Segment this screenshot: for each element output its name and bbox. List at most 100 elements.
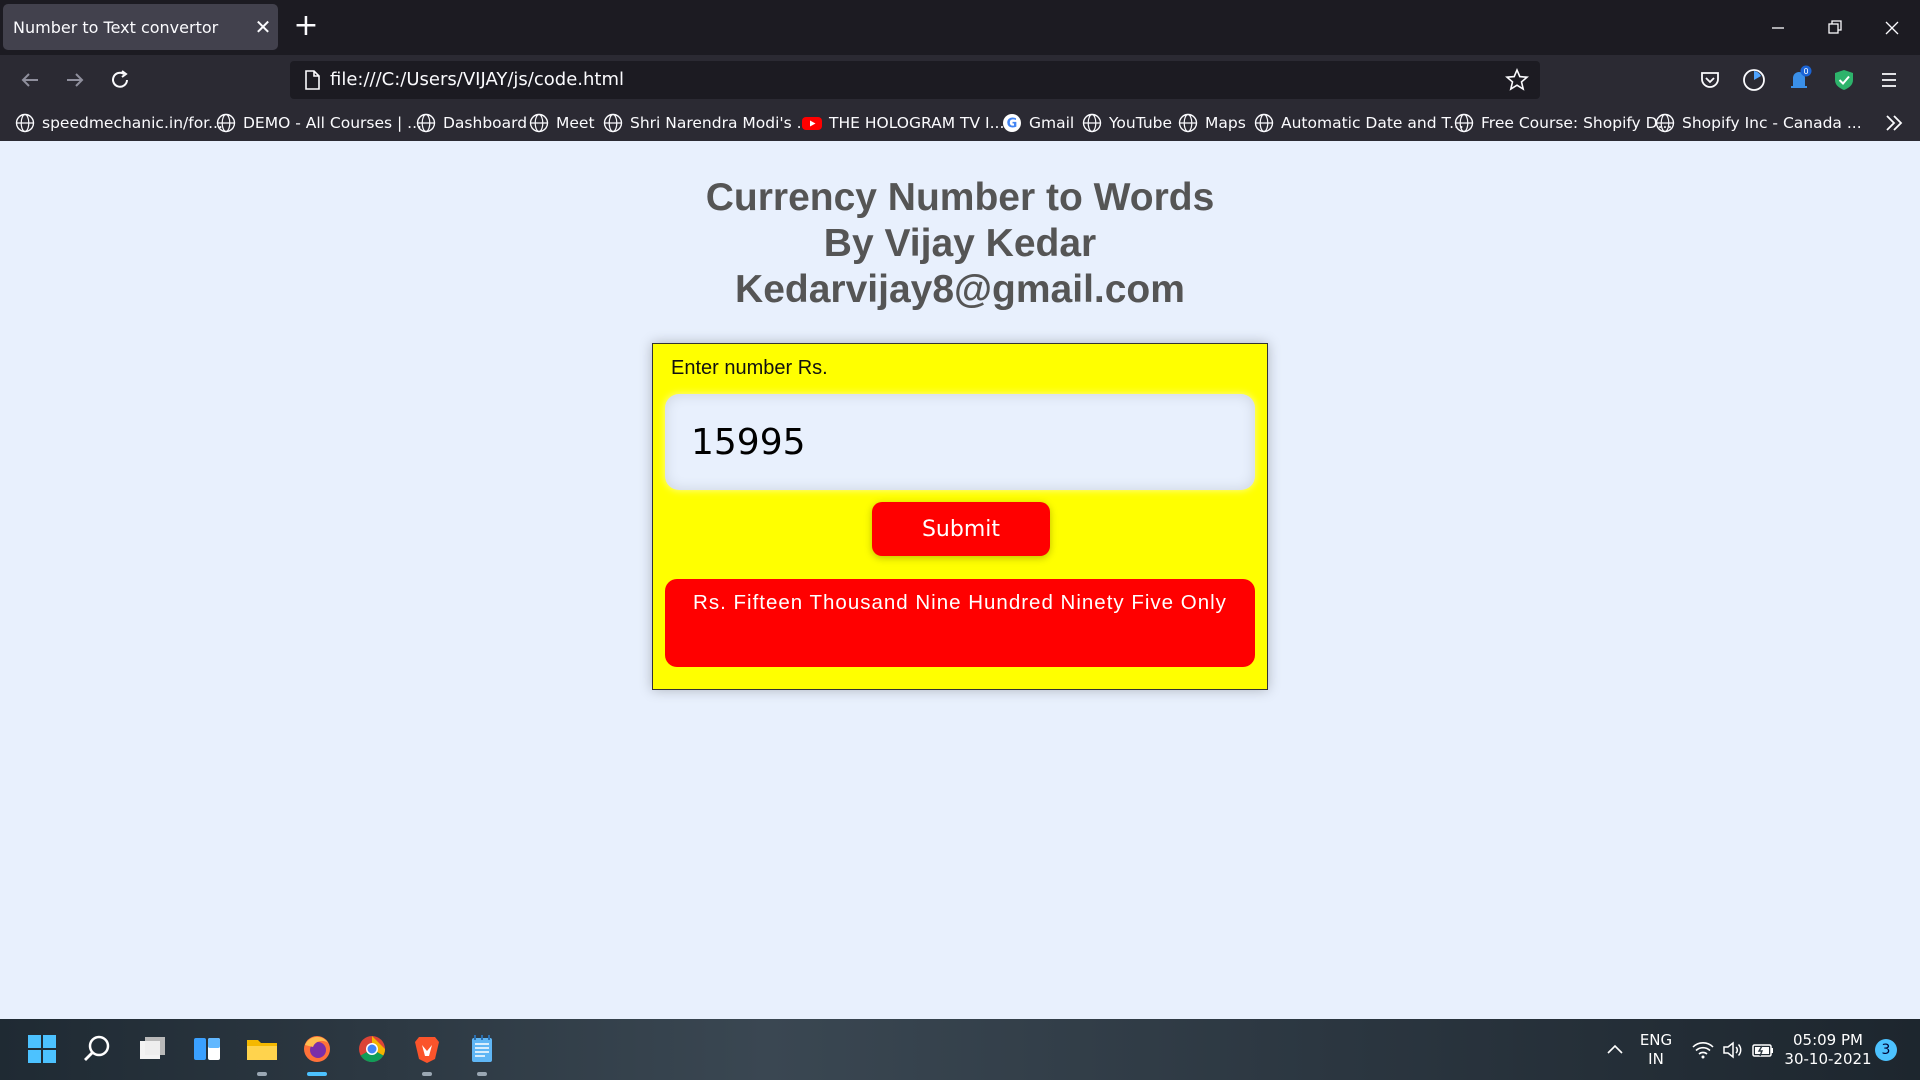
heading-author: By Vijay Kedar [823,222,1097,265]
new-tab-button[interactable]: + [290,10,322,42]
reload-button[interactable] [103,63,137,97]
bookmark-label: YouTube [1109,114,1173,132]
extension-notification-button[interactable]: 0 [1782,63,1816,97]
tab-bar: Number to Text convertor ✕ + [0,0,1920,55]
browser-tab[interactable]: Number to Text convertor ✕ [3,4,278,50]
address-bar[interactable]: file:///C:/Users/VIJAY/js/code.html [290,61,1540,99]
pocket-icon [1701,72,1719,88]
brave-button[interactable] [407,1029,447,1069]
forward-button[interactable] [58,63,92,97]
battery-button[interactable] [1750,1037,1776,1063]
notepad-button[interactable] [462,1029,502,1069]
bookmarks-toolbar: speedmechanic.in/for... DEMO - All Cours… [0,105,1920,141]
bell-extension-icon: 0 [1791,65,1812,88]
back-button[interactable] [13,63,47,97]
bookmark-star-icon[interactable] [1502,65,1532,95]
extension-shield-button[interactable] [1827,63,1861,97]
submit-button[interactable]: Submit [872,502,1050,556]
task-view-button[interactable] [132,1029,172,1069]
wifi-button[interactable] [1690,1037,1716,1063]
speaker-icon [1723,1041,1742,1059]
clock-date: 30-10-2021 [1784,1050,1872,1068]
menu-button[interactable] [1872,63,1906,97]
bookmark-item[interactable]: Dashboard [415,110,527,136]
running-indicator [422,1072,432,1076]
running-indicator [257,1072,267,1076]
bookmark-label: Dashboard [443,114,528,132]
bookmark-item[interactable]: Shri Narendra Modi's ... [602,110,811,136]
bookmark-item[interactable]: G Gmail [1001,110,1074,136]
firefox-button[interactable] [297,1029,337,1069]
volume-button[interactable] [1720,1037,1746,1063]
bookmark-item[interactable]: DEMO - All Courses | ... [215,110,422,136]
restore-button[interactable] [1815,8,1855,48]
notification-badge[interactable]: 3 [1875,1039,1897,1061]
bookmark-label: Free Course: Shopify D... [1481,114,1673,132]
bookmark-item[interactable]: Shopify Inc - Canada ... [1654,110,1862,136]
globe-icon [1254,113,1274,133]
widgets-button[interactable] [187,1029,227,1069]
globe-icon [1082,113,1102,133]
chrome-icon [359,1036,386,1063]
globe-icon [216,113,236,133]
youtube-icon [802,117,822,130]
number-input[interactable] [665,394,1255,490]
bookmark-item[interactable]: Meet [528,110,595,136]
start-button[interactable] [22,1029,62,1069]
input-language-indicator[interactable]: ENG IN [1638,1031,1674,1069]
close-icon [1885,21,1899,35]
close-window-button[interactable] [1872,8,1912,48]
minimize-button[interactable] [1758,8,1798,48]
bookmark-item[interactable]: YouTube [1081,110,1172,136]
hamburger-menu-icon [1882,73,1896,87]
bookmark-label: Automatic Date and T... [1281,114,1464,132]
chrome-button[interactable] [352,1029,392,1069]
show-hidden-icons-button[interactable] [1602,1037,1628,1063]
tab-close-icon[interactable]: ✕ [248,15,278,39]
taskbar: ENG IN 05:09 PM 30-10-2021 3 [0,1019,1920,1080]
converter-card: Enter number Rs. Submit Rs. Fifteen Thou… [652,343,1268,690]
folder-icon [247,1040,277,1060]
firefox-icon [304,1036,330,1062]
globe-icon [1178,113,1198,133]
bookmark-label: Shopify Inc - Canada ... [1682,114,1862,132]
chevron-double-right-icon[interactable] [1882,111,1906,135]
bookmark-label: THE HOLOGRAM TV I... [829,114,1005,132]
reload-icon [112,70,128,88]
bookmark-label: Gmail [1029,114,1075,132]
bookmark-label: Shri Narendra Modi's ... [630,114,812,132]
bookmark-item[interactable]: THE HOLOGRAM TV I... [801,110,1004,136]
bookmark-item[interactable]: speedmechanic.in/for... [14,110,223,136]
result-output: Rs. Fifteen Thousand Nine Hundred Ninety… [665,579,1255,667]
bookmark-item[interactable]: Automatic Date and T... [1253,110,1464,136]
minimize-icon [1772,27,1784,29]
input-label: Enter number Rs. [671,357,828,379]
extension-badge-count: 0 [1803,67,1808,76]
windows-logo-icon [28,1035,56,1063]
bookmark-item[interactable]: Maps [1177,110,1246,136]
search-button[interactable] [77,1029,117,1069]
bookmark-item[interactable]: Free Course: Shopify D... [1453,110,1672,136]
task-view-icon [140,1037,165,1059]
pocket-button[interactable] [1693,63,1727,97]
heading-title: Currency Number to Words [705,176,1215,219]
language-code: ENG [1639,1031,1673,1049]
svg-text:G: G [1007,117,1018,132]
google-icon: G [1003,114,1021,132]
page-icon [305,70,320,90]
clock-time: 05:09 PM [1793,1031,1863,1049]
extension-timer-button[interactable] [1737,63,1771,97]
url-text: file:///C:/Users/VIJAY/js/code.html [330,69,625,90]
notepad-icon [472,1035,492,1062]
chevron-up-icon [1607,1044,1623,1054]
clock-extension-icon [1743,69,1765,91]
running-indicator [477,1072,487,1076]
globe-icon [529,113,549,133]
shield-icon [1835,70,1853,90]
brave-lion-icon [415,1037,439,1063]
battery-charging-icon [1752,1044,1773,1057]
bookmark-label: Maps [1205,114,1246,132]
file-explorer-button[interactable] [242,1029,282,1069]
clock[interactable]: 05:09 PM 30-10-2021 [1784,1031,1872,1069]
page-heading: Currency Number to Words By Vijay Kedar … [0,175,1920,313]
